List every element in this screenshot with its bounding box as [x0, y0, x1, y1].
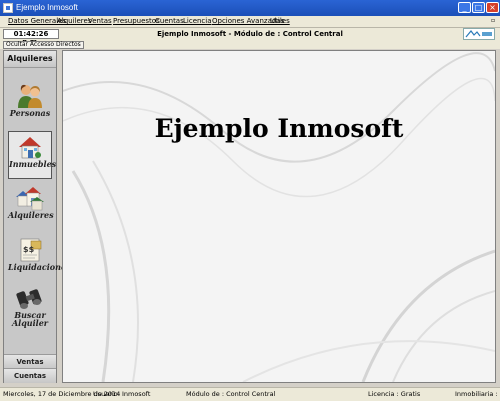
house-icon: [19, 137, 41, 159]
sidebar-item-label-line2: Alquiler: [11, 318, 49, 328]
svg-text:$$: $$: [23, 245, 35, 254]
close-button[interactable]: ×: [486, 2, 499, 13]
status-license: Licencia : Gratis: [368, 390, 421, 398]
minimize-button[interactable]: _: [458, 2, 471, 13]
sidebar-header-alquileres[interactable]: Alquileres: [4, 51, 56, 68]
sidebar-item-alquileres[interactable]: Alquileres: [8, 183, 54, 231]
menu-licencia[interactable]: Licencia: [183, 17, 212, 26]
invoice-icon: $$: [20, 238, 42, 262]
binoculars-icon: [16, 289, 42, 309]
hide-shortcuts-button[interactable]: Ocultar Accesso Directos: [3, 41, 84, 49]
page-heading: Ejemplo Inmosoft: [154, 114, 404, 143]
sidebar-item-label: Alquileres: [8, 210, 54, 220]
menu-minimize-icon[interactable]: ▫: [489, 17, 497, 25]
menu-ventas[interactable]: Ventas: [88, 17, 112, 26]
main-panel: Ejemplo Inmosoft: [62, 50, 496, 383]
people-icon: [18, 84, 42, 108]
sidebar-item-personas[interactable]: Personas: [8, 81, 52, 129]
sidebar-item-label: Personas: [9, 108, 51, 118]
sidebar-item-label: Liquidaciones: [8, 262, 71, 272]
sidebar-item-inmuebles[interactable]: Inmuebles: [8, 131, 57, 179]
title-bar: Ejemplo Inmosoft _ □ ×: [0, 0, 500, 16]
menu-presupuestos[interactable]: Presupuestos: [113, 17, 160, 26]
background-swirl: [63, 52, 495, 382]
menu-bar: Datos Generales Alquileres Ventas Presup…: [0, 16, 500, 28]
sidebar-item-liquidaciones[interactable]: $$ Liquidaciones: [8, 235, 71, 283]
sidebar-header-cuentas[interactable]: Cuentas: [4, 368, 56, 383]
sidebar-item-label: Inmuebles: [9, 159, 57, 169]
buildings-icon: [16, 187, 44, 211]
status-user: Usuario: Inmosoft: [93, 390, 151, 398]
window-title: Ejemplo Inmosoft: [16, 3, 78, 12]
app-icon: [3, 3, 13, 13]
status-bar: Miercoles, 17 de Diciembre de 2014 Usuar…: [0, 387, 500, 401]
logo-icon: [463, 28, 495, 40]
sidebar: Alquileres Personas Inmuebles Alquileres…: [3, 50, 71, 383]
module-title: Ejemplo Inmosoft - Módulo de : Control C…: [157, 30, 343, 38]
sidebar-item-buscar-alquiler[interactable]: Buscar Alquiler: [8, 285, 52, 343]
menu-cuentas[interactable]: Cuentas: [155, 17, 184, 26]
maximize-button[interactable]: □: [472, 2, 485, 13]
sidebar-header-ventas[interactable]: Ventas: [4, 354, 56, 369]
status-module: Módulo de : Control Central: [186, 390, 276, 398]
menu-utiles[interactable]: Utiles: [270, 17, 290, 26]
status-company: Inmobiliaria : Ej: [455, 390, 500, 398]
menu-alquileres[interactable]: Alquileres: [57, 17, 92, 26]
